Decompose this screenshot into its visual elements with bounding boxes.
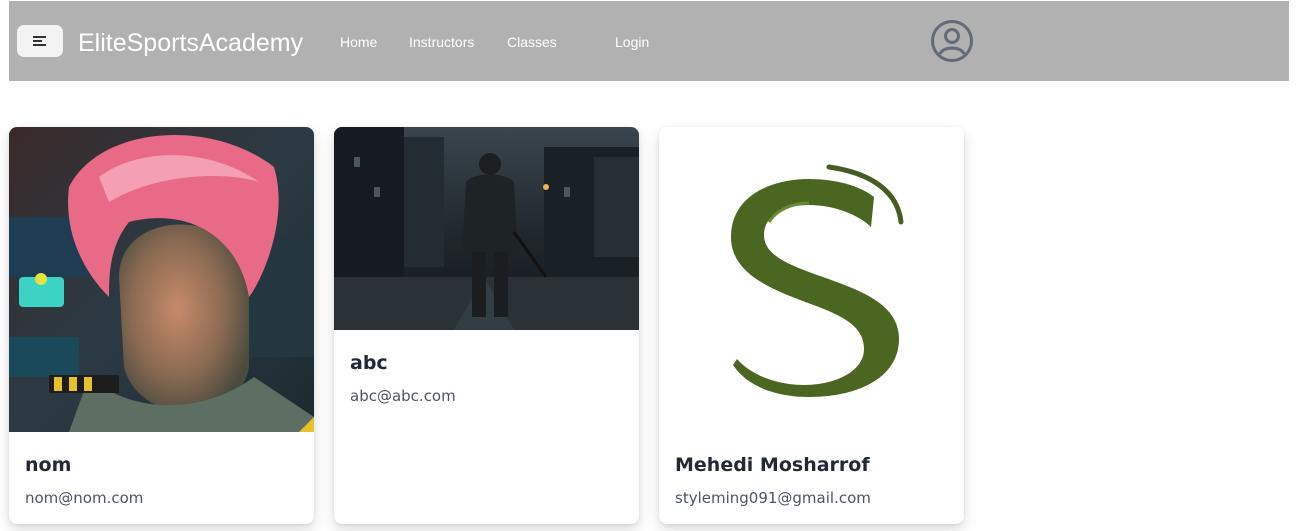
- navbar: EliteSportsAcademy Home Instructors Clas…: [9, 1, 1289, 81]
- instructor-name: Mehedi Mosharrof: [675, 454, 870, 476]
- instructor-card[interactable]: nom nom@nom.com: [9, 127, 314, 524]
- user-avatar[interactable]: [930, 19, 974, 63]
- nav-link-classes[interactable]: Classes: [507, 33, 557, 51]
- menu-button[interactable]: [17, 25, 63, 57]
- instructor-name: abc: [350, 352, 388, 374]
- instructor-email: abc@abc.com: [350, 387, 456, 405]
- instructor-photo: [9, 127, 314, 432]
- user-circle-icon: [931, 20, 973, 62]
- brand-title[interactable]: EliteSportsAcademy: [78, 28, 303, 58]
- instructor-name: nom: [25, 454, 72, 476]
- instructor-email: styleming091@gmail.com: [675, 489, 871, 507]
- instructor-photo: [659, 127, 964, 432]
- instructor-photo: [334, 127, 639, 330]
- menu-icon: [33, 36, 46, 46]
- nav-link-instructors[interactable]: Instructors: [409, 33, 474, 51]
- nav-link-login[interactable]: Login: [615, 33, 649, 51]
- instructor-card[interactable]: Mehedi Mosharrof styleming091@gmail.com: [659, 127, 964, 524]
- nav-link-home[interactable]: Home: [340, 33, 377, 51]
- instructor-card[interactable]: abc abc@abc.com: [334, 127, 639, 524]
- instructor-email: nom@nom.com: [25, 489, 144, 507]
